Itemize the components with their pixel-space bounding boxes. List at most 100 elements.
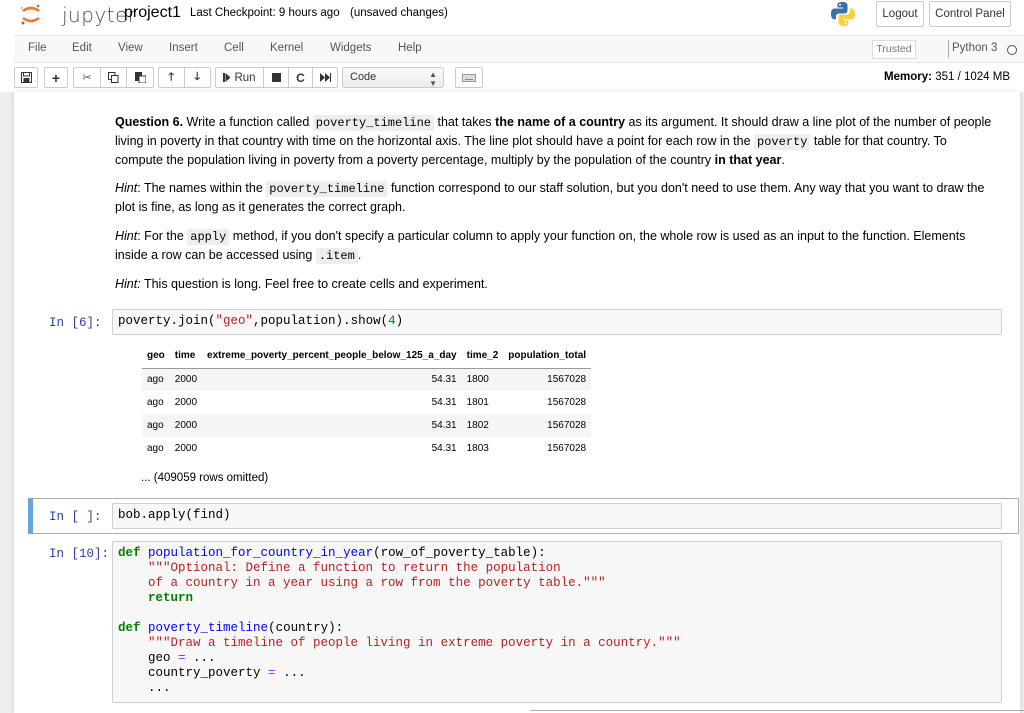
- table-row: ago 2000 54.31 1800 1567028: [142, 368, 592, 391]
- text: This question is long. Feel free to crea…: [140, 277, 488, 291]
- markdown-question: Question 6. Write a function called pove…: [115, 113, 995, 169]
- question-label: Question 6.: [115, 115, 184, 129]
- table-cell: 1567028: [503, 368, 592, 391]
- code-function-name: population_for_country_in_year: [148, 546, 374, 560]
- input-prompt: In [10]:: [49, 547, 110, 561]
- step-forward-icon: [223, 73, 231, 82]
- trusted-indicator[interactable]: Trusted: [872, 40, 916, 59]
- column-header: geo: [142, 344, 170, 369]
- toolbar: + ✂ 🡑 🡓 Run C Code ▲ ▼ Memory: 351 / 1024…: [0, 64, 1024, 91]
- move-up-button[interactable]: 🡑: [159, 68, 185, 87]
- notebook-site: Question 6. Write a function called pove…: [0, 92, 1024, 713]
- restart-button[interactable]: C: [289, 68, 313, 87]
- copy-icon: [108, 72, 119, 83]
- arrow-up-icon: 🡑: [168, 71, 175, 83]
- table-cell: ago: [147, 397, 164, 408]
- keyboard-icon: [462, 74, 476, 82]
- markdown-hint-1: Hint: The names within the poverty_timel…: [115, 179, 995, 216]
- code-token: ...: [275, 666, 306, 680]
- kernel-separator: [948, 40, 949, 58]
- scrollbar-track[interactable]: [1020, 92, 1022, 713]
- arrow-down-icon: 🡓: [194, 71, 201, 83]
- column-header: population_total: [503, 344, 592, 369]
- table-cell: 54.31: [202, 414, 462, 437]
- markdown-hint-3: Hint: This question is long. Feel free t…: [115, 275, 995, 293]
- insert-cell-button[interactable]: +: [45, 68, 67, 87]
- stop-icon: [271, 73, 281, 82]
- code-operator: =: [178, 651, 186, 665]
- logout-button[interactable]: Logout: [876, 1, 924, 27]
- run-button[interactable]: Run: [216, 68, 264, 87]
- checkpoint-status: Last Checkpoint: 9 hours ago: [190, 7, 340, 19]
- save-button[interactable]: [15, 68, 37, 87]
- code-token: ): [395, 314, 404, 328]
- hint-label: Hint: [115, 181, 138, 195]
- menu-widgets[interactable]: Widgets: [330, 42, 372, 54]
- notebook-name[interactable]: project1: [124, 4, 181, 22]
- plus-icon: +: [51, 69, 61, 86]
- move-down-button[interactable]: 🡓: [185, 68, 210, 87]
- save-icon: [20, 72, 32, 83]
- menubar: File Edit View Insert Cell Kernel Widget…: [14, 35, 1024, 63]
- input-prompt: In [6]:: [49, 316, 102, 330]
- text: method, if you don't specify a particula…: [115, 229, 966, 262]
- copy-button[interactable]: [101, 68, 127, 87]
- menu-cell[interactable]: Cell: [224, 42, 244, 54]
- code-input[interactable]: poverty.join("geo",population).show(4): [112, 309, 1002, 335]
- select-arrows-icon: ▲ ▼: [429, 70, 437, 88]
- inline-code: poverty_timeline: [266, 181, 388, 197]
- control-panel-button[interactable]: Control Panel: [929, 1, 1011, 27]
- table-header-row: geo time extreme_poverty_percent_people_…: [142, 344, 592, 369]
- restart-run-all-button[interactable]: [313, 68, 337, 87]
- code-string: """Optional: Define a function to return…: [148, 561, 561, 575]
- table-row: ago 2000 54.31 1801 1567028: [142, 391, 591, 414]
- memory-label: Memory:: [884, 71, 932, 83]
- code-input[interactable]: bob.apply(find): [112, 503, 1002, 529]
- code-token: country_poverty: [148, 666, 269, 680]
- menu-help[interactable]: Help: [398, 42, 422, 54]
- code-token: bob.apply(find): [118, 508, 231, 522]
- column-header: extreme_poverty_percent_people_below_125…: [202, 344, 462, 369]
- paste-icon: [134, 72, 146, 83]
- paste-button[interactable]: [127, 68, 153, 87]
- table-cell: ago: [147, 443, 164, 454]
- code-token: geo: [148, 651, 179, 665]
- table-cell: 1803: [466, 443, 489, 454]
- menu-kernel[interactable]: Kernel: [270, 42, 303, 54]
- output-table: geo time extreme_poverty_percent_people_…: [142, 344, 592, 460]
- jupyter-logo[interactable]: jupyter: [18, 2, 136, 27]
- scissors-icon: ✂: [82, 72, 92, 84]
- code-token: (row_of_poverty_table):: [373, 546, 546, 560]
- code-keyword: return: [148, 591, 194, 605]
- fast-forward-icon: [319, 73, 331, 82]
- interrupt-button[interactable]: [264, 68, 289, 87]
- cell-type-select[interactable]: Code ▲ ▼: [342, 67, 444, 88]
- table-row: ago 2000 54.31 1802 1567028: [142, 414, 592, 437]
- table-cell: 2000: [169, 368, 203, 391]
- table-cell: 54.31: [202, 368, 462, 391]
- table-cell: 1800: [461, 368, 504, 391]
- text: .: [357, 248, 362, 262]
- bold-text: the name of a country: [495, 115, 626, 129]
- unsaved-status: (unsaved changes): [350, 7, 448, 19]
- menu-insert[interactable]: Insert: [169, 42, 198, 54]
- kernel-idle-icon: [1007, 45, 1017, 55]
- menu-view[interactable]: View: [118, 42, 143, 54]
- menu-file[interactable]: File: [28, 42, 47, 54]
- table-cell: 54.31: [431, 443, 457, 454]
- code-token: (country):: [268, 621, 344, 635]
- menu-edit[interactable]: Edit: [72, 42, 92, 54]
- table-cell: 1567028: [547, 443, 587, 454]
- python-logo-icon: [831, 2, 855, 26]
- code-input[interactable]: def population_for_country_in_year(row_o…: [112, 541, 1002, 703]
- code-token: ...: [148, 681, 171, 695]
- code-token: ,population).show(: [253, 314, 389, 328]
- table-cell: 2000: [174, 443, 198, 454]
- table-cell: ago: [142, 368, 170, 391]
- command-palette-button[interactable]: [455, 67, 483, 88]
- kernel-name[interactable]: Python 3: [952, 42, 997, 54]
- inline-code: .item: [315, 248, 358, 264]
- code-token: ...: [185, 651, 216, 665]
- cut-button[interactable]: ✂: [74, 68, 101, 87]
- cell-type-value: Code: [350, 71, 377, 83]
